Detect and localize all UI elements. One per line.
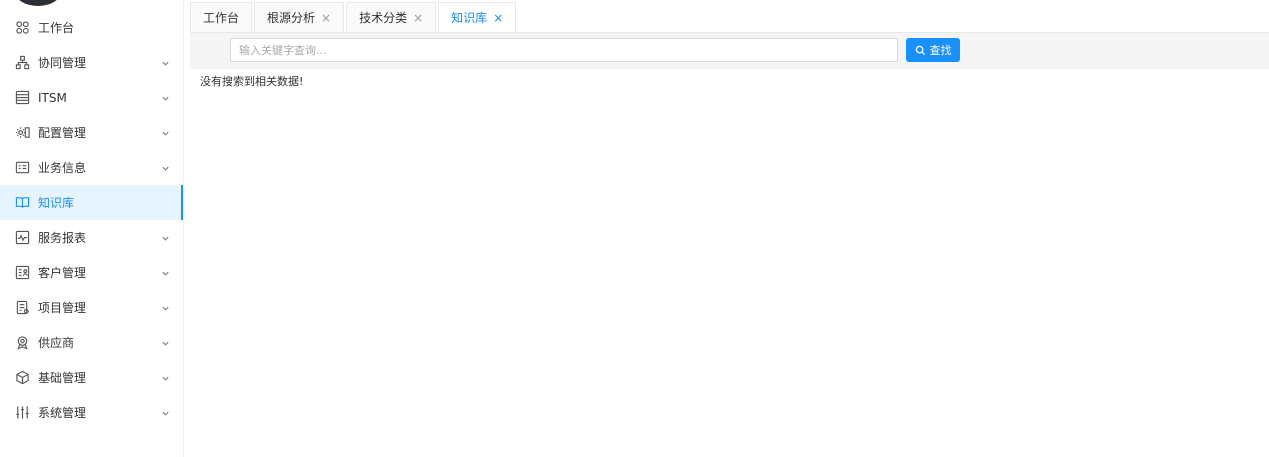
sidebar-item-label: 供应商 (38, 336, 75, 350)
sidebar-item-collaboration[interactable]: 协同管理 (0, 45, 183, 80)
tab-label: 知识库 (451, 11, 488, 25)
sidebar-item-system-management[interactable]: 系统管理 (0, 395, 183, 430)
sidebar-menu: 工作台 协同管理 ITSM 配置管理 业务信息 知识库 服务报表 客户管理 项目… (0, 10, 183, 430)
tab-label: 根源分析 (267, 11, 316, 25)
tab-knowledge-base[interactable]: 知识库 × (438, 2, 517, 32)
close-icon[interactable]: × (493, 11, 503, 25)
search-bar: 查找 (190, 33, 1269, 69)
project-icon (14, 300, 30, 316)
sidebar-item-itsm[interactable]: ITSM (0, 80, 183, 115)
tab-root-cause-analysis[interactable]: 根源分析 × (254, 2, 345, 32)
chevron-down-icon[interactable] (161, 267, 171, 277)
chevron-down-icon[interactable] (161, 232, 171, 242)
avatar[interactable] (14, 0, 62, 6)
sidebar: 工作台 协同管理 ITSM 配置管理 业务信息 知识库 服务报表 客户管理 项目… (0, 0, 184, 457)
chevron-down-icon[interactable] (161, 127, 171, 137)
sidebar-item-label: 基础管理 (38, 371, 87, 385)
sidebar-item-customers[interactable]: 客户管理 (0, 255, 183, 290)
search-button[interactable]: 查找 (906, 38, 960, 62)
chevron-down-icon[interactable] (161, 92, 171, 102)
sidebar-item-basic-management[interactable]: 基础管理 (0, 360, 183, 395)
sidebar-item-business-info[interactable]: 业务信息 (0, 150, 183, 185)
sidebar-item-suppliers[interactable]: 供应商 (0, 325, 183, 360)
search-input[interactable] (230, 38, 898, 62)
sidebar-item-projects[interactable]: 项目管理 (0, 290, 183, 325)
sidebar-item-label: 协同管理 (38, 56, 87, 70)
search-button-label: 查找 (929, 44, 952, 57)
sidebar-item-knowledge-base[interactable]: 知识库 (0, 185, 183, 220)
close-icon[interactable]: × (413, 11, 423, 25)
sidebar-item-label: 系统管理 (38, 406, 87, 420)
sidebar-item-workbench[interactable]: 工作台 (0, 10, 183, 45)
tab-label: 技术分类 (359, 11, 408, 25)
supplier-icon (14, 335, 30, 351)
chevron-down-icon[interactable] (161, 372, 171, 382)
sidebar-item-label: ITSM (38, 90, 67, 105)
tab-bar: 工作台 根源分析 × 技术分类 × 知识库 × (190, 0, 1269, 33)
chart-icon (14, 230, 30, 246)
sidebar-item-label: 服务报表 (38, 231, 87, 245)
org-chart-icon (14, 55, 30, 71)
tab-workbench[interactable]: 工作台 (190, 2, 253, 32)
grid-icon (14, 20, 30, 36)
sidebar-item-label: 项目管理 (38, 301, 87, 315)
list-icon (14, 90, 30, 106)
sidebar-item-config[interactable]: 配置管理 (0, 115, 183, 150)
tab-label: 工作台 (203, 11, 240, 25)
config-icon (14, 125, 30, 141)
chevron-down-icon[interactable] (161, 302, 171, 312)
search-icon (915, 45, 925, 55)
sidebar-item-label: 业务信息 (38, 161, 87, 175)
id-card-icon (14, 160, 30, 176)
cube-icon (14, 370, 30, 386)
customer-icon (14, 265, 30, 281)
empty-result-message: 没有搜索到相关数据! (200, 75, 304, 88)
sliders-icon (14, 405, 30, 421)
chevron-down-icon[interactable] (161, 162, 171, 172)
tab-tech-category[interactable]: 技术分类 × (346, 2, 437, 32)
close-icon[interactable]: × (321, 11, 331, 25)
sidebar-item-label: 客户管理 (38, 266, 87, 280)
chevron-down-icon[interactable] (161, 337, 171, 347)
chevron-down-icon[interactable] (161, 407, 171, 417)
sidebar-item-label: 配置管理 (38, 126, 87, 140)
sidebar-item-label: 工作台 (38, 21, 75, 35)
book-icon (14, 195, 30, 211)
chevron-down-icon[interactable] (161, 57, 171, 67)
sidebar-item-service-reports[interactable]: 服务报表 (0, 220, 183, 255)
sidebar-item-label: 知识库 (38, 196, 75, 210)
